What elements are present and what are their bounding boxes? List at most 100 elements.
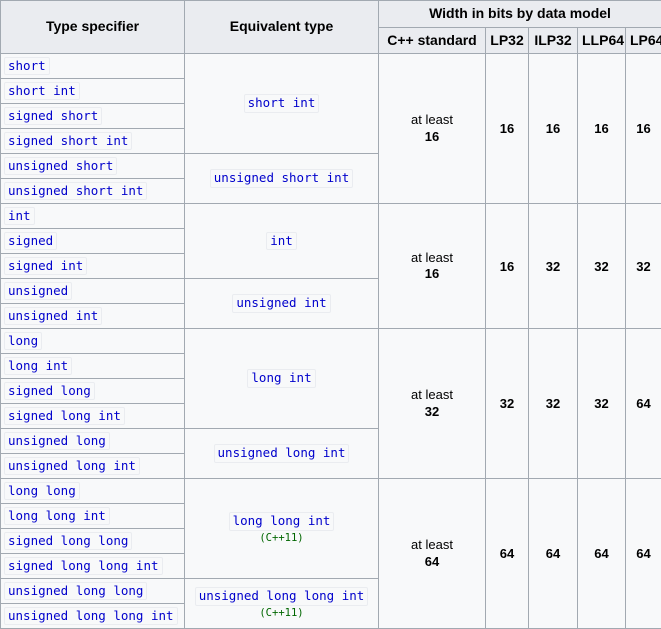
type-specifier-cell: short int xyxy=(1,79,185,104)
at-least-bits: 16 xyxy=(382,129,482,145)
code-chip: signed long xyxy=(4,382,95,401)
type-specifier-cell: unsigned short xyxy=(1,154,185,179)
code-chip: int xyxy=(4,207,35,226)
code-chip: long int xyxy=(4,357,72,376)
type-specifier-cell: long int xyxy=(1,354,185,379)
header-lp64: LP64 xyxy=(626,27,661,54)
header-cpp-standard: C++ standard xyxy=(379,27,486,54)
lp32-width-cell: 32 xyxy=(486,329,529,479)
type-specifier-cell: unsigned long int xyxy=(1,454,185,479)
header-width-group: Width in bits by data model xyxy=(379,1,661,28)
llp64-width-cell: 32 xyxy=(578,329,626,479)
lp32-width-cell: 16 xyxy=(486,54,529,204)
type-specifier-cell: signed short int xyxy=(1,129,185,154)
table-header-row-1: Type specifier Equivalent type Width in … xyxy=(1,1,661,28)
lp64-width-cell: 16 xyxy=(626,54,661,204)
type-specifier-cell: unsigned long long int xyxy=(1,604,185,629)
code-chip: unsigned long xyxy=(4,432,110,451)
cpp-standard-width-cell: at least32 xyxy=(379,329,486,479)
equivalent-type-cell: unsigned short int xyxy=(185,154,379,204)
header-equivalent-type: Equivalent type xyxy=(185,1,379,54)
code-chip: long long xyxy=(4,482,80,501)
lp64-width-cell: 32 xyxy=(626,204,661,329)
code-chip: signed short xyxy=(4,107,102,126)
header-ilp32: ILP32 xyxy=(529,27,578,54)
equivalent-type-cell: unsigned int xyxy=(185,279,379,329)
ilp32-width-cell: 32 xyxy=(529,204,578,329)
type-specifier-cell: signed long int xyxy=(1,404,185,429)
code-chip: signed long long int xyxy=(4,557,163,576)
header-lp32: LP32 xyxy=(486,27,529,54)
at-least-bits: 16 xyxy=(382,266,482,282)
type-specifier-cell: short xyxy=(1,54,185,79)
table-row: long longlong long int(C++11)at least646… xyxy=(1,479,661,504)
type-specifier-cell: signed long long xyxy=(1,529,185,554)
code-chip: int xyxy=(266,232,297,251)
code-chip: long int xyxy=(247,369,315,388)
code-chip: signed short int xyxy=(4,132,132,151)
cpp-standard-width-cell: at least16 xyxy=(379,54,486,204)
code-chip: unsigned short int xyxy=(210,169,353,188)
code-chip: signed long long xyxy=(4,532,132,551)
code-chip: unsigned long int xyxy=(4,457,140,476)
type-specifier-cell: unsigned short int xyxy=(1,179,185,204)
code-chip: long xyxy=(4,332,42,351)
llp64-width-cell: 64 xyxy=(578,479,626,629)
code-chip: signed long int xyxy=(4,407,125,426)
lp32-width-cell: 64 xyxy=(486,479,529,629)
since-version-tag: (C++11) xyxy=(188,532,375,545)
equivalent-type-cell: short int xyxy=(185,54,379,154)
code-chip: signed int xyxy=(4,257,87,276)
header-llp64: LLP64 xyxy=(578,27,626,54)
table-row: intintat least1616323232 xyxy=(1,204,661,229)
table-row: shortshort intat least1616161616 xyxy=(1,54,661,79)
header-type-specifier: Type specifier xyxy=(1,1,185,54)
code-chip: long long int xyxy=(229,512,335,531)
table-body: shortshort intat least1616161616short in… xyxy=(1,54,661,629)
table-row: longlong intat least3232323264 xyxy=(1,329,661,354)
equivalent-type-cell: long int xyxy=(185,329,379,429)
type-specifier-cell: long long xyxy=(1,479,185,504)
code-chip: short int xyxy=(244,94,320,113)
lp32-width-cell: 16 xyxy=(486,204,529,329)
code-chip: unsigned long int xyxy=(214,444,350,463)
type-specifier-cell: signed long xyxy=(1,379,185,404)
type-specifier-cell: long long int xyxy=(1,504,185,529)
type-specifier-cell: signed short xyxy=(1,104,185,129)
code-chip: unsigned short int xyxy=(4,182,147,201)
code-chip: short xyxy=(4,57,50,76)
llp64-width-cell: 32 xyxy=(578,204,626,329)
integer-types-table: Type specifier Equivalent type Width in … xyxy=(0,0,661,629)
code-chip: long long int xyxy=(4,507,110,526)
code-chip: signed xyxy=(4,232,57,251)
at-least-label: at least xyxy=(382,537,482,553)
equivalent-type-cell: unsigned long int xyxy=(185,429,379,479)
ilp32-width-cell: 64 xyxy=(529,479,578,629)
code-chip: unsigned long long int xyxy=(4,607,178,626)
code-chip: unsigned short xyxy=(4,157,117,176)
type-specifier-cell: signed xyxy=(1,229,185,254)
cpp-standard-width-cell: at least16 xyxy=(379,204,486,329)
type-specifier-cell: long xyxy=(1,329,185,354)
type-specifier-cell: int xyxy=(1,204,185,229)
ilp32-width-cell: 16 xyxy=(529,54,578,204)
type-specifier-cell: unsigned long xyxy=(1,429,185,454)
equivalent-type-cell: long long int(C++11) xyxy=(185,479,379,579)
code-chip: unsigned long long int xyxy=(195,587,369,606)
lp64-width-cell: 64 xyxy=(626,329,661,479)
type-specifier-cell: signed int xyxy=(1,254,185,279)
type-specifier-cell: unsigned int xyxy=(1,304,185,329)
at-least-label: at least xyxy=(382,112,482,128)
since-version-tag: (C++11) xyxy=(188,607,375,620)
code-chip: unsigned int xyxy=(4,307,102,326)
llp64-width-cell: 16 xyxy=(578,54,626,204)
lp64-width-cell: 64 xyxy=(626,479,661,629)
at-least-label: at least xyxy=(382,250,482,266)
type-specifier-cell: signed long long int xyxy=(1,554,185,579)
at-least-bits: 64 xyxy=(382,554,482,570)
type-specifier-cell: unsigned long long xyxy=(1,579,185,604)
cpp-standard-width-cell: at least64 xyxy=(379,479,486,629)
ilp32-width-cell: 32 xyxy=(529,329,578,479)
at-least-label: at least xyxy=(382,387,482,403)
code-chip: unsigned xyxy=(4,282,72,301)
